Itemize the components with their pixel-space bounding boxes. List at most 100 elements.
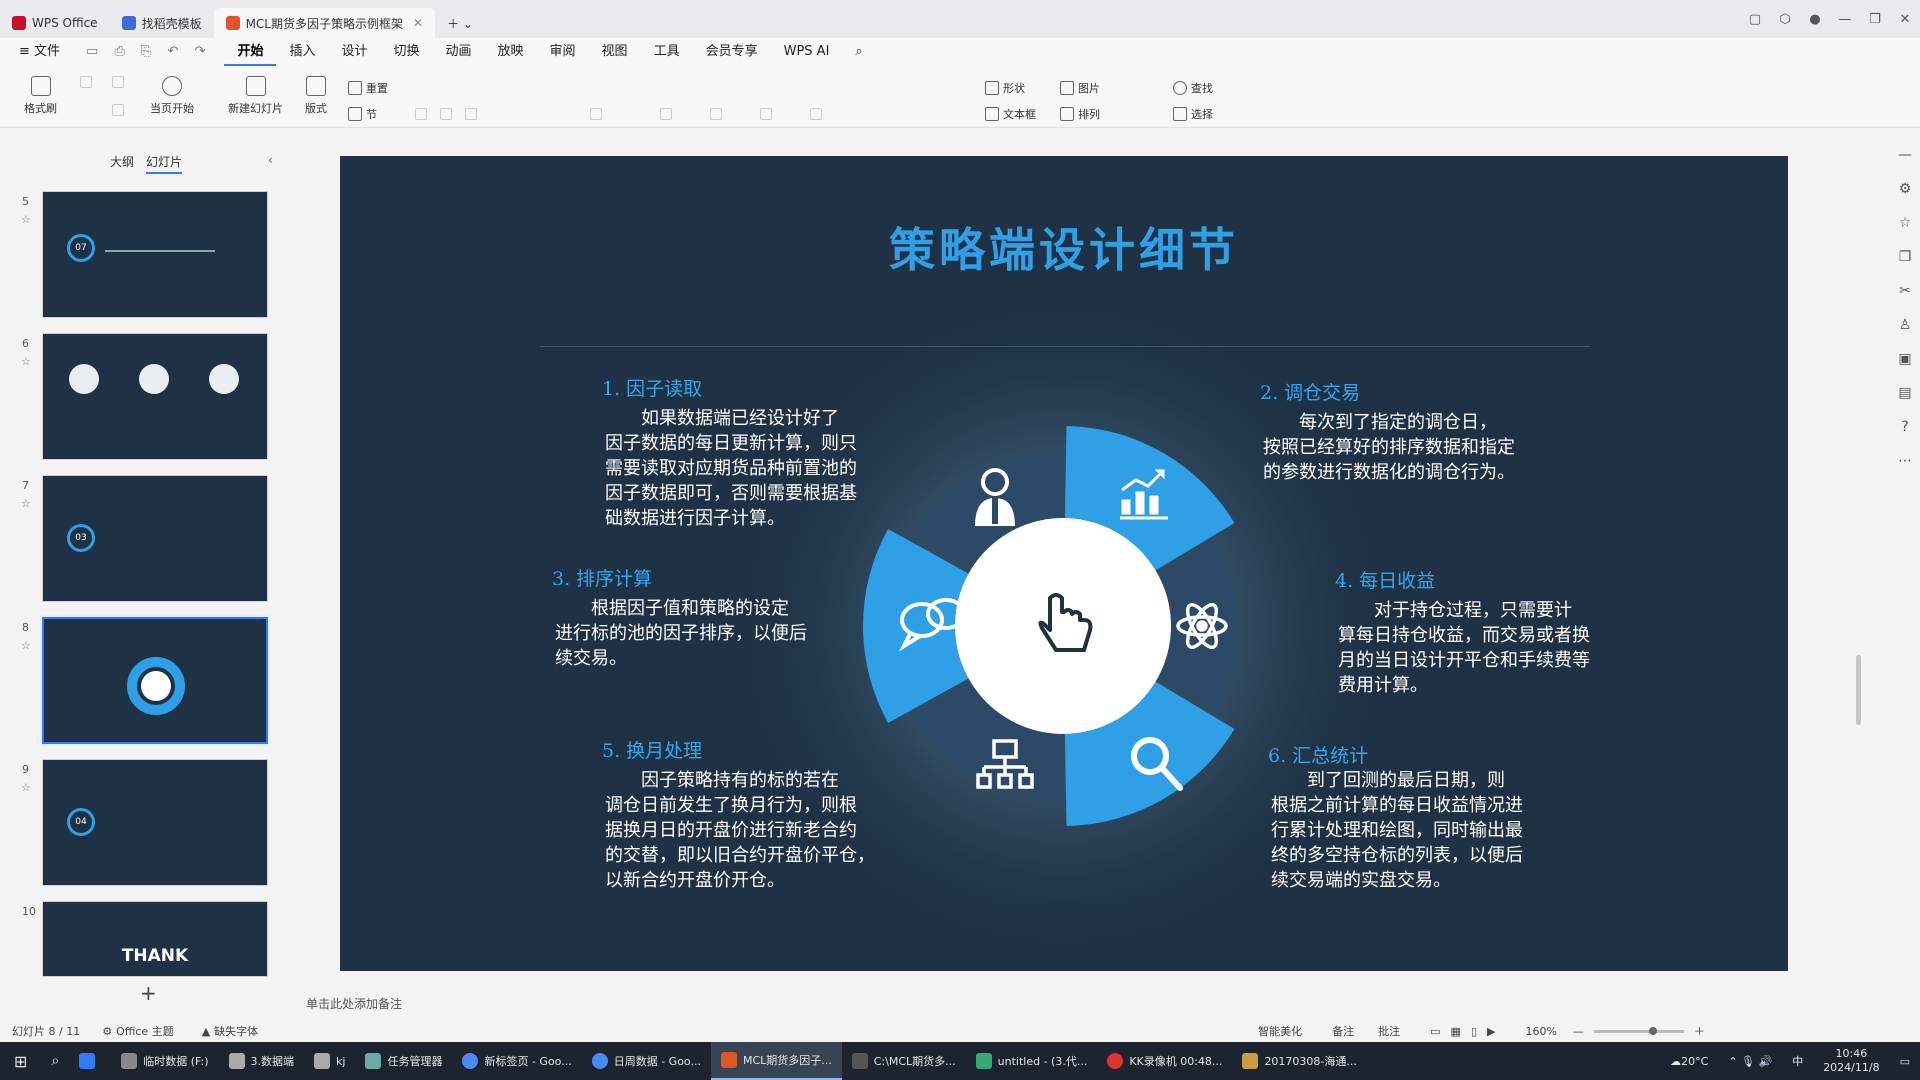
font-color-icon[interactable] [590,108,602,120]
align-right-icon[interactable] [810,108,822,120]
underline-icon[interactable] [465,108,477,120]
tab-wps-office[interactable]: WPS Office [0,8,110,38]
smart-beautify-button[interactable]: 智能美化 [1258,1023,1302,1039]
menu-insert[interactable]: 插入 [276,38,328,66]
tray-icons[interactable]: ⌃ 🎙 🔊 [1718,1042,1782,1080]
close-window-icon[interactable]: ✕ [1890,12,1920,27]
tab-document[interactable]: MCL期货多因子策略示例框架 ✕ [213,8,436,38]
slide-thumbnail-5[interactable]: 07 [42,191,268,318]
menu-home[interactable]: 开始 [224,38,277,66]
new-slide-button[interactable]: 新建幻灯片 [228,76,283,116]
cut-icon[interactable] [112,76,124,88]
zoom-in-icon[interactable]: ＋ [1694,1023,1705,1039]
shirt-icon[interactable]: ♙ [1899,317,1912,333]
arrange-button[interactable]: 排列 [1060,106,1100,122]
close-tab-icon[interactable]: ✕ [413,16,423,30]
add-slide-button[interactable]: + [140,981,157,1005]
slide-thumbnail-10[interactable]: THANK [42,901,268,977]
layout-button[interactable]: 版式 [305,76,327,116]
notes-placeholder[interactable]: 单击此处添加备注 [306,995,402,1012]
menu-wps-ai[interactable]: WPS AI [771,38,843,66]
missing-font-label[interactable]: 缺失字体 [214,1023,258,1039]
scissors-icon[interactable]: ✂ [1899,283,1911,299]
zoom-slider[interactable] [1593,1026,1684,1035]
format-brush-button[interactable]: 格式刷 [24,76,57,116]
play-current-button[interactable]: 当页开始 [150,76,194,116]
taskbar-item[interactable]: 3.数据端 [219,1042,305,1080]
weather[interactable]: ☁ 20°C [1660,1042,1718,1080]
menu-transition[interactable]: 切换 [380,38,432,66]
tab-slides[interactable]: 幻灯片 [146,153,183,174]
restore-icon[interactable]: ❐ [1860,12,1890,27]
slide-canvas[interactable]: 策略端设计细节 1. 因子读取 如果数据端已经设计好了 因子数据的每日更新计算，… [340,156,1788,971]
taskbar-item[interactable]: KK录像机 00:48... [1097,1042,1232,1080]
menu-slideshow[interactable]: 放映 [485,38,537,66]
star-icon[interactable]: ☆ [21,639,31,652]
slide-thumbnail-6[interactable] [42,333,268,460]
more-icon[interactable]: ⋯ [1898,453,1912,469]
zoom-out-icon[interactable]: — [1573,1025,1584,1038]
collapse-panel-icon[interactable]: ‹ [268,153,273,167]
taskbar-item[interactable]: 日周数据 - Goo... [582,1042,711,1080]
shape-button[interactable]: 形状 [985,80,1025,96]
text-direction-icon[interactable] [660,108,672,120]
slide-thumbnail-8[interactable] [40,615,270,746]
taskbar-item[interactable]: 临时数据 (F:) [111,1042,218,1080]
copy-icon[interactable] [112,104,124,116]
menu-file[interactable]: ≡ 文件 [6,38,73,66]
star-icon[interactable]: ☆ [21,213,31,226]
view-mode-icons[interactable]: ▭▦▯▶ [1430,1025,1505,1038]
cube-icon[interactable]: ⬡ [1770,12,1800,27]
menu-tools[interactable]: 工具 [641,38,693,66]
find-button[interactable]: 查找 [1173,80,1213,96]
image-icon[interactable]: ▣ [1898,351,1911,367]
menu-member[interactable]: 会员专享 [693,38,771,66]
select-button[interactable]: 选择 [1173,106,1213,122]
reset-button[interactable]: 重置 [348,80,388,96]
slide-thumbnail-9[interactable]: 04 [42,759,268,886]
minus-icon[interactable]: — [1898,147,1912,163]
taskbar-item[interactable]: 新标签页 - Goo... [452,1042,581,1080]
tab-outline[interactable]: 大纲 [110,153,134,174]
ime-indicator[interactable]: 中 [1782,1042,1813,1080]
menu-design[interactable]: 设计 [328,38,380,66]
star-icon[interactable]: ☆ [21,781,31,794]
help-icon[interactable]: ? [1901,419,1908,435]
taskbar-item[interactable]: kj [304,1042,355,1080]
comments-button[interactable]: 批注 [1378,1023,1400,1039]
align-left-icon[interactable] [710,108,722,120]
star-icon[interactable]: ☆ [21,497,31,510]
italic-icon[interactable] [440,108,452,120]
taskbar-item[interactable]: 20170308-海通... [1232,1042,1366,1080]
quick-access-icons[interactable]: ▭ ⎙ ⎘ ↶ ↷ [73,38,224,66]
tab-templates[interactable]: 找稻壳模板 [110,8,214,38]
taskbar-item[interactable]: C:\MCL期货多... [842,1042,966,1080]
slide-thumbnail-7[interactable]: 03 [42,475,268,602]
search-icon[interactable]: ⌕ [41,1042,69,1080]
zoom-value[interactable]: 160% [1525,1025,1556,1038]
mail-icon[interactable] [69,1042,111,1080]
settings-sliders-icon[interactable]: ⚙ [1899,181,1912,197]
book-icon[interactable]: ▤ [1898,385,1911,401]
bold-icon[interactable] [415,108,427,120]
picture-button[interactable]: 图片 [1060,80,1100,96]
notes-button[interactable]: 备注 [1332,1023,1354,1039]
textbox-button[interactable]: 文本框 [985,106,1036,122]
menu-review[interactable]: 审阅 [537,38,589,66]
windows-start-icon[interactable]: ⊞ [0,1042,41,1080]
zoom-slider-handle[interactable] [1648,1026,1657,1035]
taskbar-item[interactable]: 任务管理器 [355,1042,452,1080]
avatar[interactable]: ● [1800,12,1830,27]
taskbar-item[interactable]: untitled - (3.代... [966,1042,1098,1080]
editor-scrollbar[interactable] [1856,655,1861,725]
search-icon[interactable]: ⌕ [842,38,875,66]
taskbar-item-active[interactable]: MCL期货多因子... [710,1042,842,1080]
copy-icon[interactable]: ❐ [1899,249,1912,265]
paste-icon[interactable] [80,76,92,88]
notification-icon[interactable]: ▭ [1890,1042,1920,1080]
clock[interactable]: 10:46 2024/11/8 [1813,1042,1889,1080]
star-icon[interactable]: ☆ [21,355,31,368]
theme-label[interactable]: Office 主题 [116,1023,174,1039]
section-button[interactable]: 节 [348,106,377,122]
star-icon[interactable]: ☆ [1899,215,1912,231]
